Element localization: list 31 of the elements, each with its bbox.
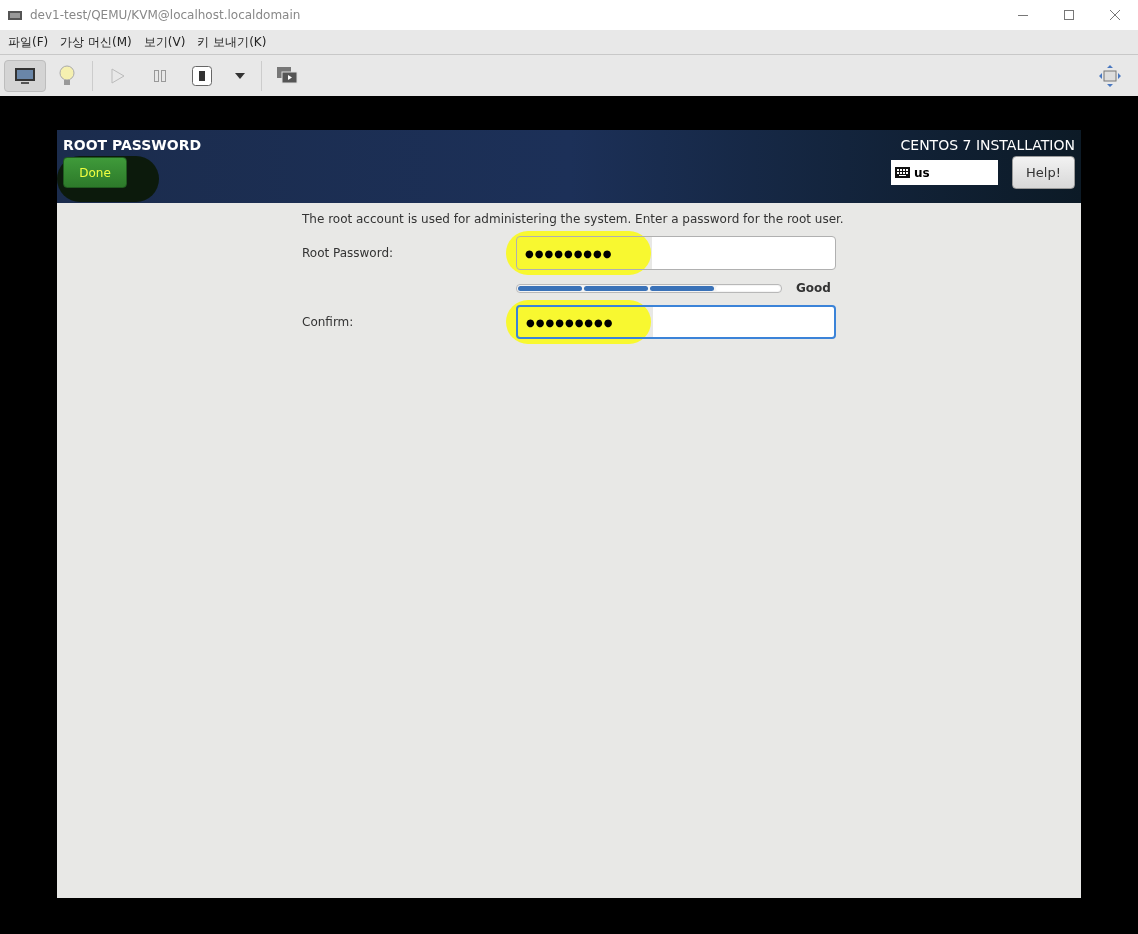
description-text: The root account is used for administering the system. Enter a password for the root user. xyxy=(302,211,845,228)
keyboard-layout-field[interactable]: us xyxy=(891,160,998,185)
window-title: dev1-test/QEMU/KVM@localhost.localdomain xyxy=(30,7,301,24)
play-icon xyxy=(111,67,125,84)
lightbulb-icon xyxy=(59,64,75,87)
menu-item[interactable]: 가상 머신(M) xyxy=(60,33,132,51)
password-field[interactable]: ●●●●●●●●● xyxy=(516,305,836,339)
password-field[interactable]: ●●●●●●●●● xyxy=(516,236,836,270)
console-view-button[interactable] xyxy=(4,59,46,92)
app-icon xyxy=(8,10,22,20)
done-button[interactable]: Done xyxy=(63,157,127,188)
resize-icon xyxy=(1098,63,1122,88)
close-icon xyxy=(1110,10,1120,20)
menu-item[interactable]: 보기(V) xyxy=(143,33,186,51)
monitor-icon xyxy=(14,66,36,85)
menu-item[interactable]: 키 보내기(K) xyxy=(197,33,267,51)
strength-label: Good xyxy=(796,280,831,297)
power-switch-icon xyxy=(192,65,212,86)
help-button[interactable]: Help! xyxy=(1012,156,1075,189)
keyboard-icon xyxy=(895,167,910,178)
page-title: ROOT PASSWORD xyxy=(63,138,202,152)
menu-item[interactable]: 파일(F) xyxy=(8,33,49,51)
minimize-icon xyxy=(1018,14,1028,16)
layout-code: us xyxy=(914,164,930,182)
field-label: Confirm: xyxy=(302,314,355,331)
field-label: Root Password: xyxy=(302,245,395,262)
screens-icon xyxy=(276,65,298,86)
product-title: CENTOS 7 INSTALLATION xyxy=(900,138,1075,152)
pause-icon xyxy=(154,69,166,82)
caret-icon xyxy=(235,72,245,79)
maximize-icon xyxy=(1064,10,1074,20)
